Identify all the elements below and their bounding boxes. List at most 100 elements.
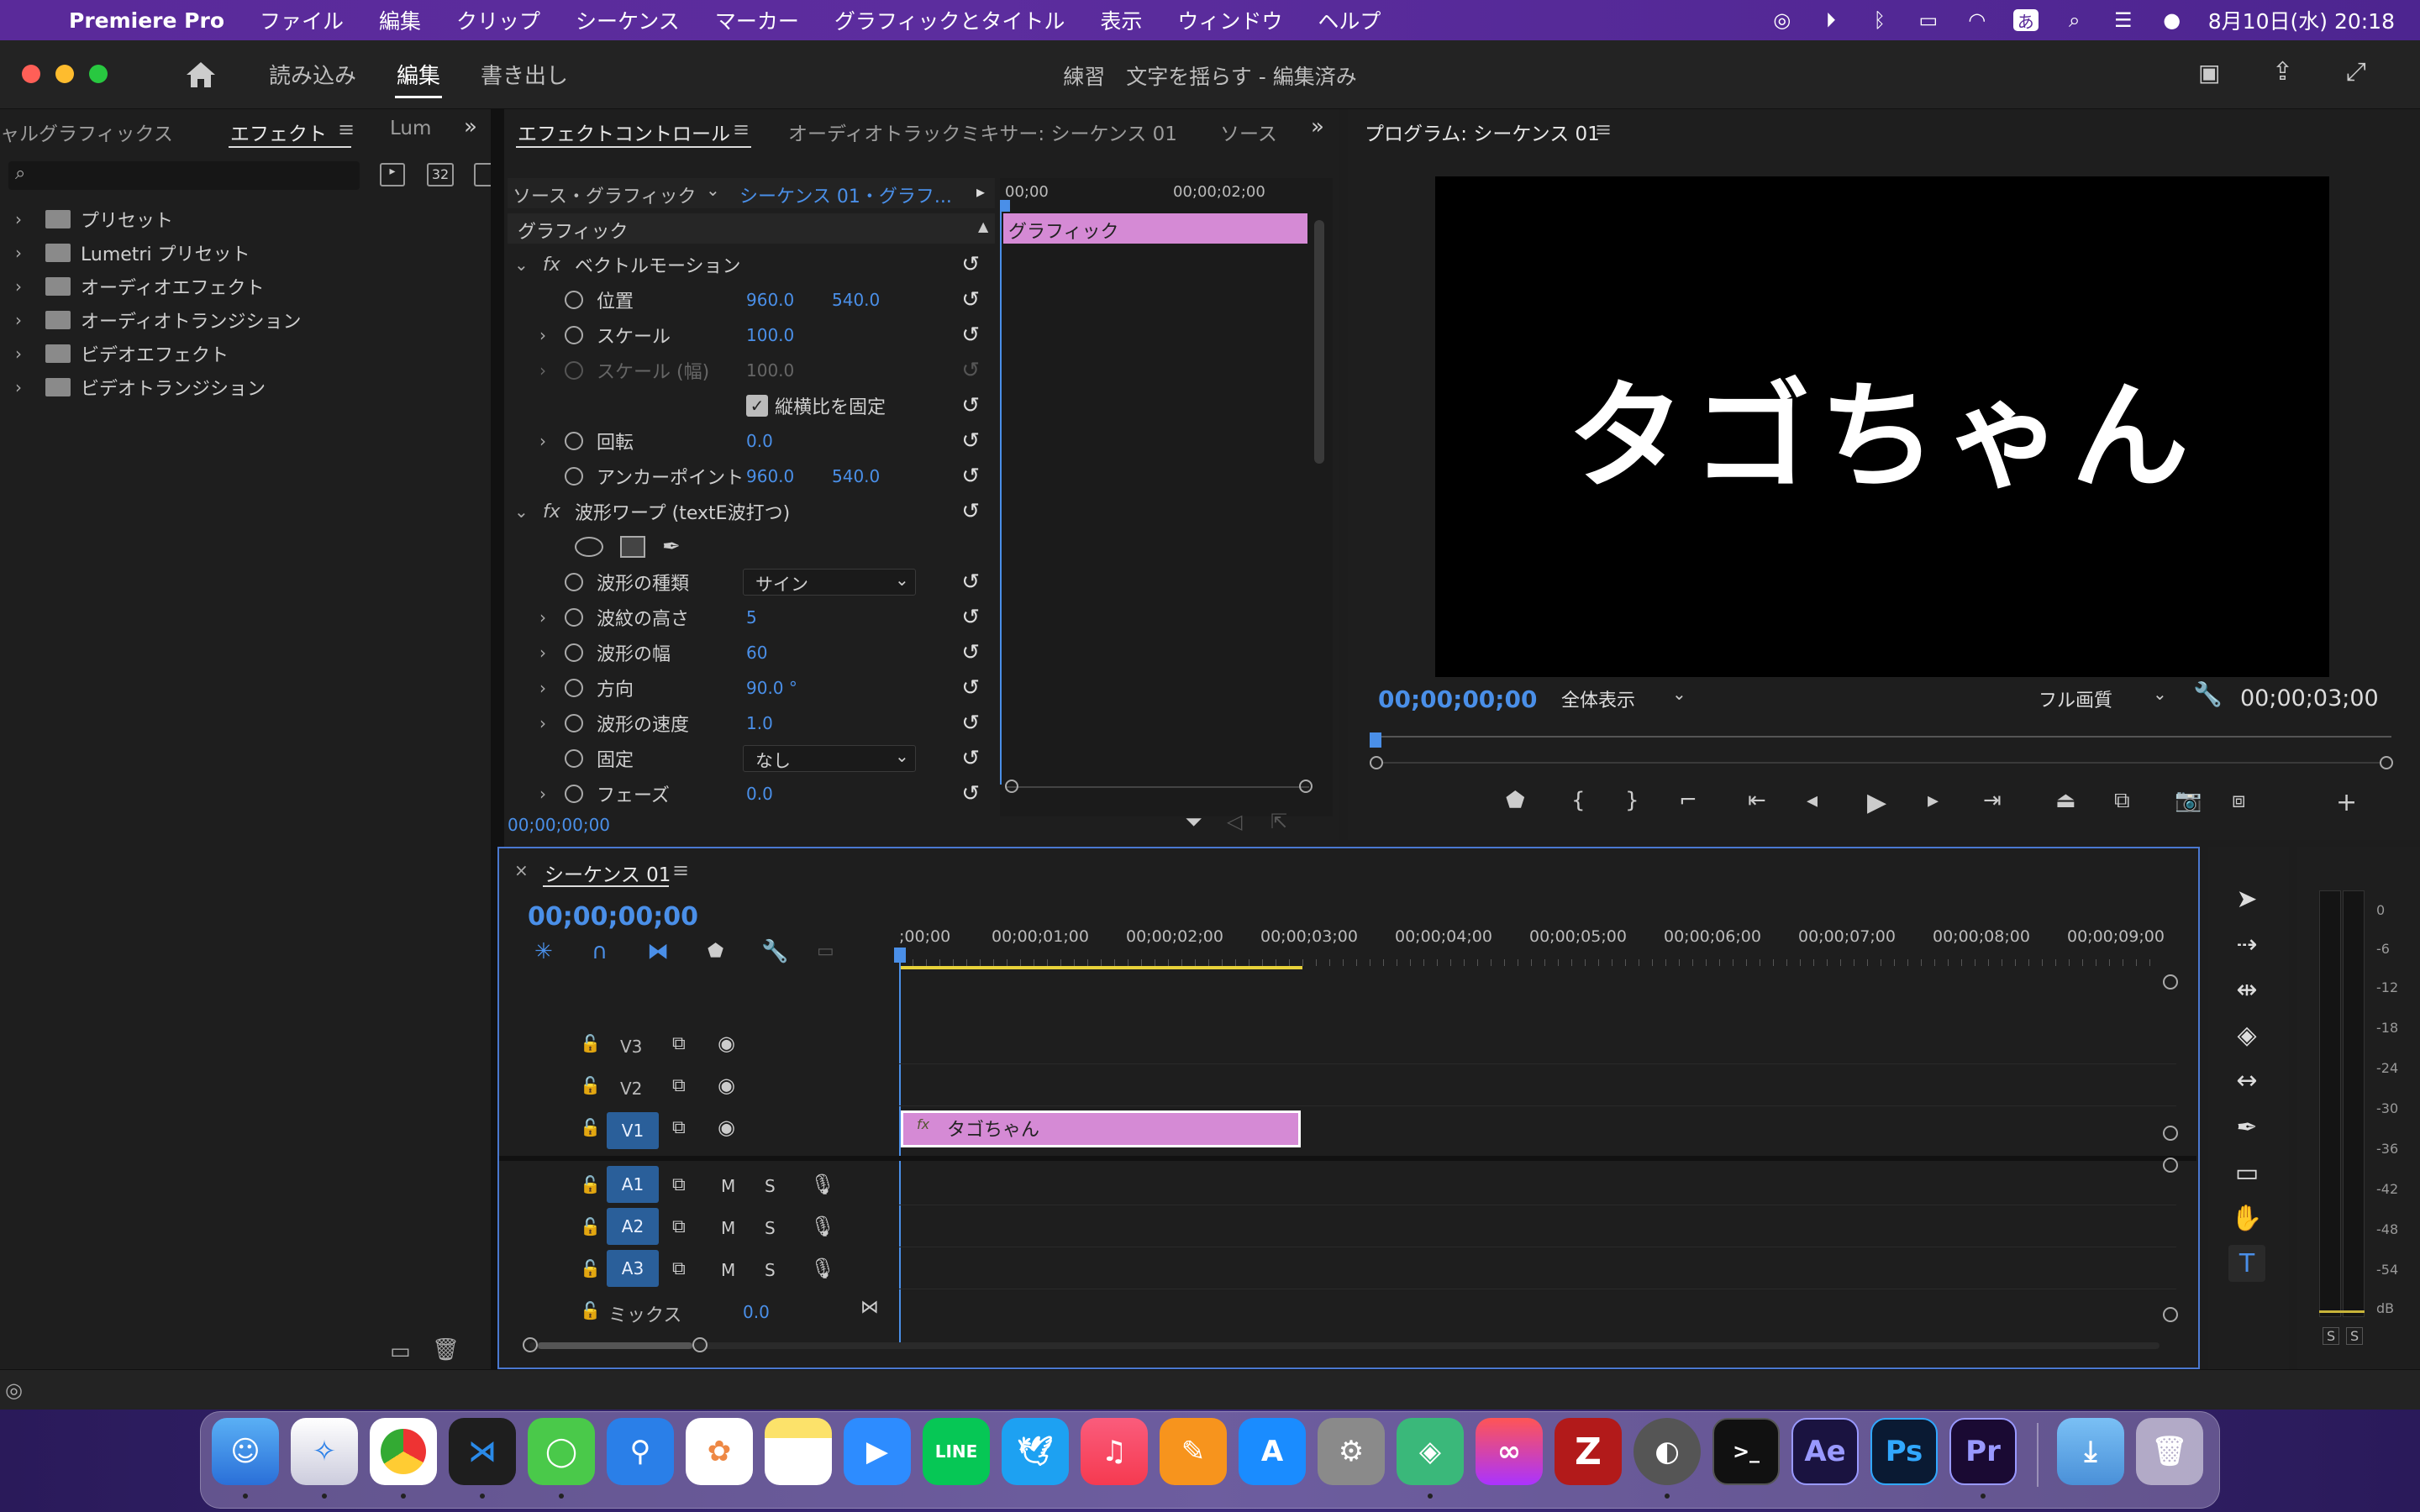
ellipse-mask-icon[interactable]: [575, 537, 603, 557]
tree-item-lumetri-presets[interactable]: › Lumetri プリセット: [0, 235, 491, 270]
position-y-value[interactable]: 540.0: [832, 290, 880, 310]
lock-track-icon[interactable]: 🔓: [580, 1300, 601, 1320]
32bit-effects-icon[interactable]: 32: [427, 163, 454, 186]
sync-lock-icon[interactable]: ⧉: [672, 1075, 686, 1096]
chevron-right-icon[interactable]: ›: [15, 377, 22, 397]
track-label-v3[interactable]: V3: [620, 1037, 642, 1057]
razor-tool-icon[interactable]: ◈: [2228, 1016, 2265, 1053]
pinning-select[interactable]: なし ⌄: [743, 745, 916, 772]
effects-search-input[interactable]: ⌕: [8, 161, 360, 190]
chevron-down-icon[interactable]: ⌄: [514, 501, 529, 522]
creative-cloud-status-icon[interactable]: ◎: [1770, 8, 1795, 32]
hscroll-handle-right[interactable]: [692, 1337, 708, 1352]
chevron-right-icon[interactable]: ›: [539, 325, 546, 345]
menu-help[interactable]: ヘルプ: [1318, 5, 1381, 35]
play-icon[interactable]: ▶: [1867, 788, 1886, 817]
maps-pin-icon[interactable]: ⚲: [607, 1418, 674, 1485]
anchor-x-value[interactable]: 960.0: [746, 466, 794, 486]
photos-icon[interactable]: ✿: [686, 1418, 753, 1485]
tab-effects[interactable]: エフェクト: [230, 118, 327, 146]
stopwatch-icon[interactable]: [565, 467, 583, 486]
reset-icon[interactable]: ↺: [961, 464, 980, 489]
chevron-down-icon[interactable]: ⌄: [514, 255, 529, 275]
stopwatch-icon[interactable]: [565, 573, 583, 591]
collapse-icon[interactable]: ▲: [978, 218, 988, 234]
track-select-tool-icon[interactable]: ⇢: [2228, 926, 2265, 963]
microphone-icon[interactable]: 🎙: [810, 1257, 835, 1280]
pen-mask-icon[interactable]: ✒: [662, 534, 681, 559]
accelerated-effects-icon[interactable]: ▸: [380, 163, 405, 186]
stopwatch-icon[interactable]: [565, 608, 583, 627]
stopwatch-icon[interactable]: [565, 749, 583, 768]
menu-edit[interactable]: 編集: [379, 5, 421, 35]
share-icon[interactable]: ⇪: [2272, 57, 2293, 87]
anchor-y-value[interactable]: 540.0: [832, 466, 880, 486]
sync-lock-icon[interactable]: ⧉: [672, 1117, 686, 1138]
chevron-right-icon[interactable]: ›: [15, 209, 22, 229]
chevron-right-icon[interactable]: ›: [15, 344, 22, 364]
linked-selection-icon[interactable]: ⧓: [647, 939, 669, 964]
vertical-scrollbar[interactable]: [1314, 220, 1324, 464]
hscroll-handle-left[interactable]: [523, 1337, 538, 1352]
quality-select[interactable]: フル画質 ⌄: [2027, 684, 2173, 712]
track-label-a2[interactable]: A2: [607, 1208, 659, 1245]
reset-icon[interactable]: ↺: [961, 605, 980, 630]
microphone-icon[interactable]: 🎙: [810, 1215, 835, 1238]
step-forward-icon[interactable]: ▸: [1928, 788, 1939, 813]
vector-motion-row[interactable]: ⌄ fx ベクトルモーション ↺: [508, 247, 995, 282]
lock-track-icon[interactable]: 🔓: [580, 1117, 601, 1137]
tree-item-video-effects[interactable]: › ビデオエフェクト: [0, 336, 491, 371]
tree-item-audio-transitions[interactable]: › オーディオトランジション: [0, 302, 491, 338]
direction-value[interactable]: 90.0 °: [746, 678, 797, 698]
playhead[interactable]: [1000, 205, 1002, 785]
position-x-value[interactable]: 960.0: [746, 290, 794, 310]
creative-cloud-icon[interactable]: ◎: [5, 1378, 23, 1402]
wave-type-select[interactable]: サイン ⌄: [743, 569, 916, 596]
siri-icon[interactable]: ●: [2160, 8, 2185, 32]
menu-view[interactable]: 表示: [1100, 5, 1142, 35]
tree-item-presets[interactable]: › プリセット: [0, 202, 491, 237]
vscode-icon[interactable]: ⋊: [449, 1418, 516, 1485]
rotation-value[interactable]: 0.0: [746, 431, 773, 451]
go-to-in-icon[interactable]: ⌐: [1679, 788, 1697, 813]
lift-icon[interactable]: ⏏: [2055, 788, 2076, 813]
solo-button[interactable]: S: [765, 1260, 776, 1280]
menu-app-name[interactable]: Premiere Pro: [69, 8, 224, 33]
scrubber-zoom-bar[interactable]: [1383, 762, 2380, 764]
filter-icon[interactable]: ⏷: [1185, 810, 1202, 836]
app-store-icon[interactable]: A: [1239, 1418, 1306, 1485]
downloads-folder-icon[interactable]: ⤓: [2057, 1418, 2124, 1485]
scrubber-zoom-right[interactable]: [2380, 756, 2393, 769]
messages-app-icon[interactable]: ◯: [528, 1418, 595, 1485]
tab-effect-controls[interactable]: エフェクトコントロール: [518, 118, 730, 146]
audio-scroll-top[interactable]: [2163, 1158, 2178, 1173]
stopwatch-icon[interactable]: [565, 679, 583, 697]
compare-view-icon[interactable]: ⧈: [2232, 788, 2246, 814]
lock-track-icon[interactable]: 🔓: [580, 1075, 601, 1095]
panel-menu-icon[interactable]: ≡: [338, 118, 355, 141]
reset-icon[interactable]: ↺: [961, 323, 980, 348]
track-label-v2[interactable]: V2: [620, 1079, 642, 1099]
wifi-icon[interactable]: ◠: [1965, 8, 1990, 32]
eye-icon[interactable]: ◉: [718, 1032, 735, 1055]
menu-clip[interactable]: クリップ: [456, 5, 540, 35]
meter-solo-right[interactable]: S: [2346, 1327, 2364, 1345]
lock-track-icon[interactable]: 🔓: [580, 1258, 601, 1278]
reset-icon[interactable]: ↺: [961, 393, 980, 418]
mark-in-icon[interactable]: {: [1571, 788, 1586, 813]
line-app-icon[interactable]: LINE: [923, 1418, 990, 1485]
more-tabs-icon[interactable]: »: [464, 114, 477, 139]
microphone-icon[interactable]: 🎙: [810, 1173, 835, 1196]
creative-cloud-app-icon[interactable]: ∞: [1476, 1418, 1543, 1485]
video-scroll-bottom[interactable]: [2163, 1126, 2178, 1141]
mark-out-icon[interactable]: }: [1625, 788, 1639, 813]
chevron-right-icon[interactable]: ›: [15, 243, 22, 263]
chevron-right-icon[interactable]: ›: [15, 276, 22, 297]
reset-icon[interactable]: ↺: [961, 570, 980, 595]
playhead-timecode[interactable]: 00;00;00;00: [1378, 685, 1537, 713]
zoom-scrollbar[interactable]: [1007, 786, 1309, 788]
reset-icon[interactable]: ↺: [961, 287, 980, 312]
menu-file[interactable]: ファイル: [260, 5, 344, 35]
timeline-playhead-handle[interactable]: [894, 948, 906, 963]
work-area-bar[interactable]: [899, 966, 1302, 969]
